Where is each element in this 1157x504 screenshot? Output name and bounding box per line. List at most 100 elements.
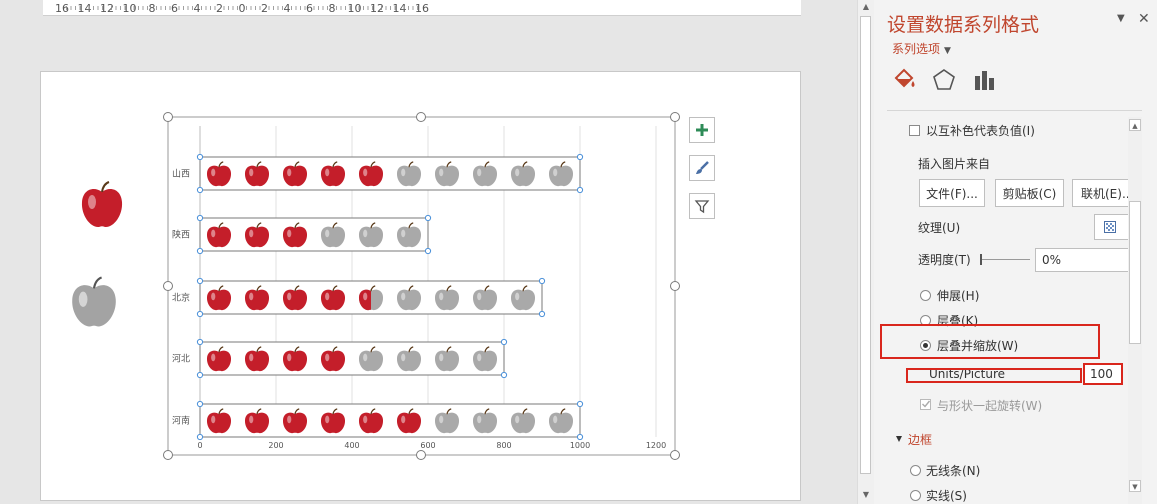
caret-down-icon: ▼ [944,46,951,56]
checkmark-icon [922,400,931,408]
chart-resize-handle[interactable] [670,112,680,122]
online-button[interactable]: 联机(E)... [1072,179,1129,207]
bar-selection-handle[interactable] [576,153,584,161]
bar-chart[interactable]: 0 200 400 600 800 1000 1200 山西陕西北京河北河南 [41,72,802,502]
chart-resize-handle[interactable] [163,112,173,122]
ruler-number: 4 [194,2,201,15]
ruler-number: 16 [55,2,69,15]
no-line-radio[interactable] [910,465,921,476]
bar-selection-handle[interactable] [500,371,508,379]
pane-scroll-up-icon[interactable]: ▲ [1129,119,1141,131]
collapse-triangle-icon[interactable] [895,435,903,443]
bar-selection-handle[interactable] [500,338,508,346]
horizontal-ruler: 16 14 12 10 8 6 4 2 0 2 4 6 8 10 12 14 16 [43,0,801,16]
category-label: 陕西 [172,229,190,241]
bar[interactable] [199,403,581,438]
pane-scrollbar[interactable]: ▲ ▼ [1128,117,1142,504]
bar[interactable] [199,156,581,191]
chart-resize-handle[interactable] [416,112,426,122]
x-tick-label: 800 [496,441,511,450]
chart-resize-handle[interactable] [163,281,173,291]
bar-selection-handle[interactable] [538,277,546,285]
transparency-slider-thumb[interactable] [980,254,982,265]
bar-selection-handle[interactable] [196,214,204,222]
texture-icon [1104,221,1116,233]
x-tick-label: 400 [344,441,359,450]
pane-options-chevron-icon[interactable]: ▼ [1117,13,1125,24]
ruler-number: 8 [149,2,156,15]
bar-selection-handle[interactable] [196,277,204,285]
pane-tabs [890,66,1140,96]
tab-divider [887,110,1142,111]
texture-picker[interactable] [1094,214,1129,240]
chart-resize-handle[interactable] [670,450,680,460]
tab-series-options[interactable] [970,66,998,94]
ruler-number: 2 [261,2,268,15]
bar-selection-handle[interactable] [196,153,204,161]
bar[interactable] [199,217,429,252]
transparency-input[interactable]: 0% [1035,248,1129,272]
bar-selection-handle[interactable] [196,247,204,255]
solid-line-radio[interactable] [910,490,921,501]
x-tick-label: 1200 [646,441,666,450]
solid-line-label: 实线(S) [926,489,967,503]
bar-selection-handle[interactable] [576,400,584,408]
texture-label: 纹理(U) [918,221,961,235]
units-per-picture-highlight [906,368,1082,383]
pane-title: 设置数据系列格式 [887,14,1040,36]
bar-selection-handle[interactable] [576,186,584,194]
tab-effects[interactable] [930,66,958,94]
bar-selection-handle[interactable] [196,433,204,441]
file-button[interactable]: 文件(F)... [919,179,985,207]
slide-canvas[interactable]: 0 200 400 600 800 1000 1200 山西 陕西 北京 河北 河南 [40,71,801,501]
pane-scroll-down-icon[interactable]: ▼ [1129,480,1141,492]
stretch-radio[interactable] [920,290,931,301]
bar-selection-handle[interactable] [538,310,546,318]
rotate-with-shape-label: 与形状一起旋转(W) [937,399,1043,413]
no-line-label: 无线条(N) [926,464,981,478]
document-scrollbar[interactable]: ▲ ▼ [857,0,874,504]
transparency-slider[interactable] [980,259,1030,260]
clipboard-button[interactable]: 剪贴板(C) [995,179,1064,207]
bar-selection-handle[interactable] [424,247,432,255]
ruler-number: 14 [78,2,92,15]
bar-selection-handle[interactable] [424,214,432,222]
bar[interactable] [199,341,505,376]
chart-resize-handle[interactable] [416,450,426,460]
tab-fill-line[interactable] [890,66,918,94]
category-label: 山西 [172,169,190,180]
paint-bucket-icon [894,68,915,88]
category-label: 河南 [172,415,190,427]
units-per-picture-input[interactable]: 100 [1083,363,1123,385]
close-icon[interactable]: ✕ [1138,11,1150,27]
chart-filters-button[interactable] [689,193,715,219]
chart-elements-button[interactable] [689,117,715,143]
ruler-number: 0 [239,2,246,15]
bar-selection-handle[interactable] [196,310,204,318]
x-tick-label: 0 [197,441,202,450]
bar[interactable] [199,280,543,315]
format-data-series-pane: 设置数据系列格式 ▼ ✕ 系列选项 ▼ 以互补色代表负值(I) 插入图片来自 文件… [874,0,1157,504]
pane-scroll-thumb[interactable] [1129,201,1141,344]
bar-selection-handle[interactable] [196,371,204,379]
bar-selection-handle[interactable] [196,338,204,346]
pentagon-icon [933,69,955,90]
series-options-dropdown[interactable]: 系列选项 ▼ [892,40,951,57]
stack-and-scale-highlight [880,324,1100,359]
bar-selection-handle[interactable] [576,433,584,441]
bar-selection-handle[interactable] [196,186,204,194]
ruler-number: 4 [284,2,291,15]
chart-resize-handle[interactable] [670,281,680,291]
scroll-down-icon[interactable]: ▼ [858,488,874,502]
invert-negative-checkbox[interactable] [909,125,920,136]
ruler-number: 8 [329,2,336,15]
ruler-number: 2 [216,2,223,15]
series-options-label: 系列选项 [892,42,941,56]
border-section-heading[interactable]: 边框 [908,431,932,448]
chart-resize-handle[interactable] [163,450,173,460]
invert-negative-label: 以互补色代表负值(I) [926,124,1035,138]
scroll-up-icon[interactable]: ▲ [858,0,874,14]
chart-styles-button[interactable] [689,155,715,181]
scroll-thumb[interactable] [860,16,871,474]
bar-selection-handle[interactable] [196,400,204,408]
